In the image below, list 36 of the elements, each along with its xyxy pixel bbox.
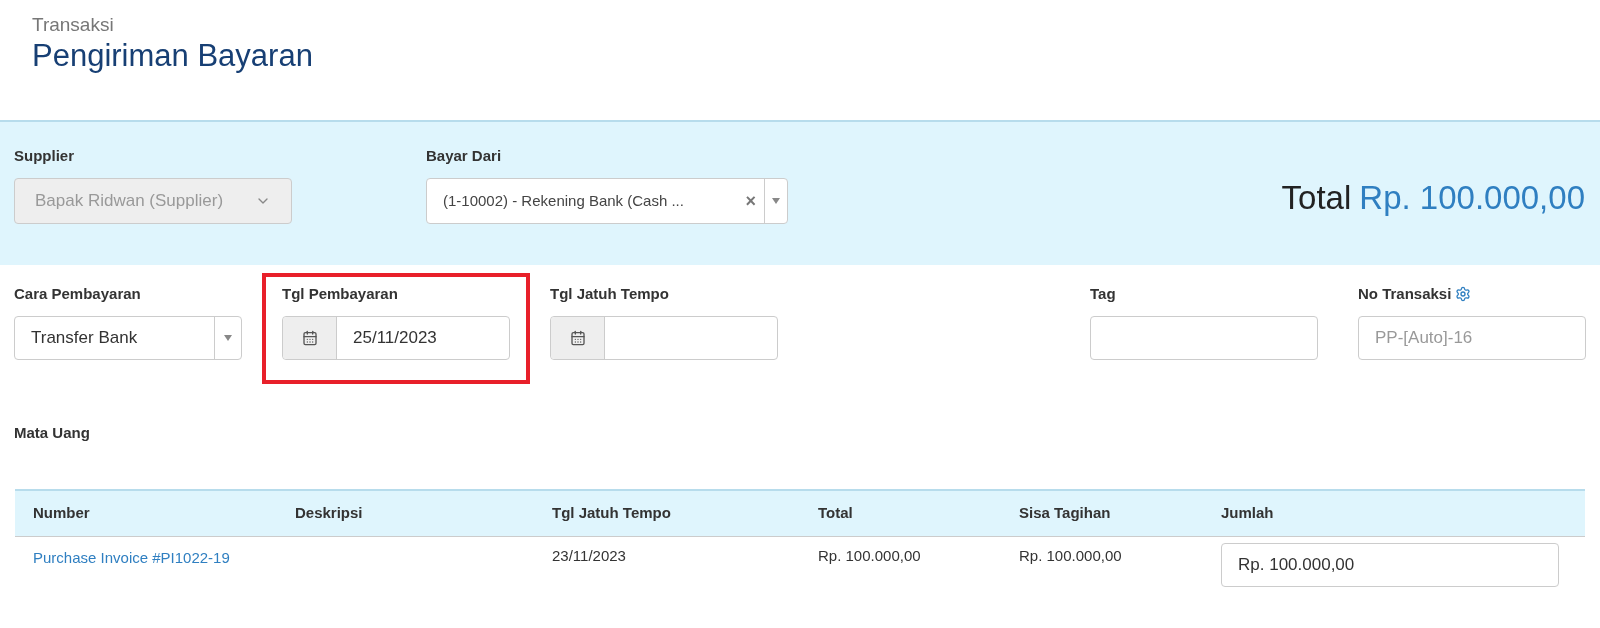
column-header: Total bbox=[818, 504, 853, 521]
page-title: Pengiriman Bayaran bbox=[32, 37, 314, 75]
account-select[interactable]: (1-10002) - Rekening Bank (Cash ... × bbox=[426, 178, 788, 224]
date-field[interactable]: 25/11/2023 bbox=[282, 316, 510, 360]
field-label: No Transaksi bbox=[1358, 284, 1586, 304]
field-label: Tgl Jatuh Tempo bbox=[550, 284, 670, 304]
date-field[interactable] bbox=[550, 316, 778, 360]
total-label: Total bbox=[1281, 178, 1352, 219]
caret-icon bbox=[224, 335, 232, 341]
column-header: Deskripsi bbox=[295, 504, 363, 521]
table-cell: 23/11/2023 bbox=[552, 546, 626, 564]
field-label: Cara Pembayaran bbox=[14, 284, 142, 304]
table-cell: Rp. 100.000,00 bbox=[1019, 546, 1122, 564]
field-label: Supplier bbox=[14, 146, 75, 166]
date-value: 25/11/2023 bbox=[353, 327, 437, 350]
calendar-icon bbox=[569, 330, 586, 346]
column-header: Tgl Jatuh Tempo bbox=[552, 504, 671, 521]
field-label: Tgl Pembayaran bbox=[282, 284, 399, 304]
payment-method-select[interactable]: Transfer Bank bbox=[14, 316, 242, 360]
total-amount: Rp. 100.000,00 bbox=[1359, 178, 1585, 219]
calendar-icon bbox=[301, 330, 318, 346]
breadcrumb: Transaksi bbox=[32, 14, 115, 36]
column-header: Sisa Tagihan bbox=[1019, 504, 1111, 521]
column-header: Number bbox=[33, 504, 90, 521]
field-label: Tag bbox=[1090, 284, 1117, 304]
field-label: Bayar Dari bbox=[426, 146, 503, 166]
transaction-number-field[interactable]: PP-[Auto]-16 bbox=[1358, 316, 1586, 360]
column-header: Jumlah bbox=[1221, 504, 1274, 521]
currency-label: Mata Uang bbox=[14, 423, 90, 443]
clear-icon[interactable]: × bbox=[737, 187, 764, 215]
settings-icon[interactable] bbox=[1455, 286, 1472, 302]
amount-input-field[interactable]: Rp. 100.000,00 bbox=[1221, 542, 1559, 587]
caret-icon bbox=[772, 198, 780, 204]
tag-input-field[interactable] bbox=[1090, 316, 1318, 360]
invoice-link[interactable]: Purchase Invoice #PI1022-19 bbox=[33, 544, 233, 571]
table-cell: Rp. 100.000,00 bbox=[818, 546, 921, 564]
